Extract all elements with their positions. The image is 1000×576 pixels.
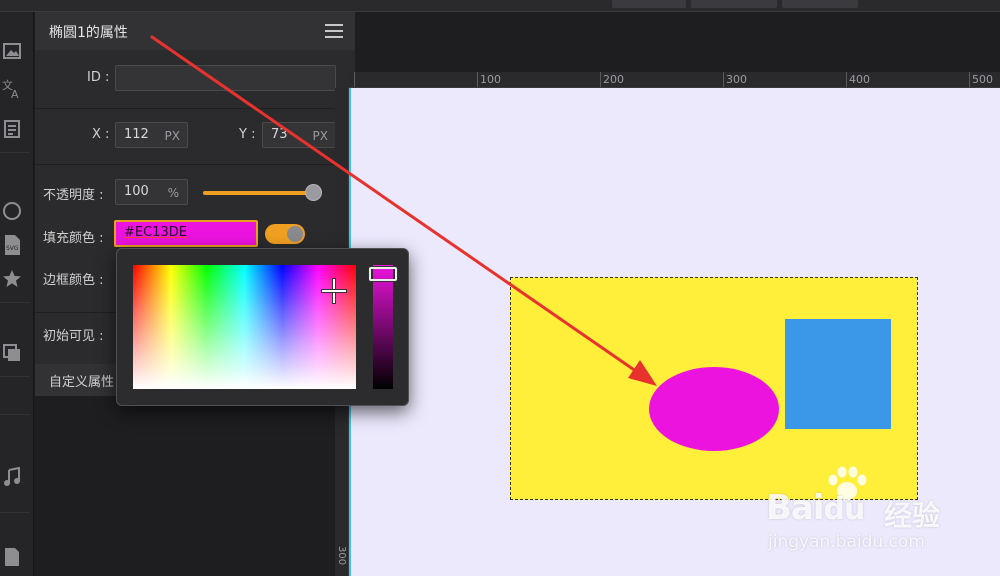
hamburger-menu-icon[interactable] — [325, 24, 343, 38]
vruler-label-300: 300 — [336, 546, 347, 566]
ruler-label-400: 400 — [849, 73, 870, 86]
y-value: 73 — [271, 127, 288, 142]
opacity-slider-thumb[interactable] — [305, 184, 322, 201]
x-field[interactable]: 112 PX — [115, 122, 188, 148]
ruler-tick — [600, 72, 601, 87]
top-toolbar — [0, 0, 1000, 12]
custom-properties-label: 自定义属性 — [49, 375, 115, 390]
layers-icon[interactable] — [0, 340, 24, 366]
y-field[interactable]: 73 PX — [262, 122, 336, 148]
image-icon[interactable] — [0, 38, 24, 64]
blue-rectangle[interactable] — [785, 319, 891, 429]
ruler-tick — [723, 72, 724, 87]
panel-title: 椭圆1的属性 — [49, 25, 128, 41]
opacity-label: 不透明度 : — [43, 188, 104, 203]
brightness-slider[interactable] — [373, 265, 393, 389]
fill-color-field[interactable]: #EC13DE — [114, 220, 258, 247]
opacity-slider[interactable] — [203, 191, 315, 195]
fill-color-value: #EC13DE — [124, 225, 187, 240]
section-divider — [35, 164, 355, 165]
ellipse-shape[interactable] — [649, 367, 779, 451]
fill-color-label: 填充颜色 : — [43, 231, 104, 246]
opacity-unit: % — [167, 186, 179, 200]
x-unit: PX — [164, 129, 180, 143]
tool-rail: 文A SVG — [0, 12, 34, 576]
watermark-logo-text: Baidu — [766, 488, 865, 528]
ruler-tick — [969, 72, 970, 87]
ruler-tick — [477, 72, 478, 87]
id-field[interactable] — [115, 65, 336, 91]
visible-label: 初始可见 : — [43, 329, 104, 344]
watermark-suffix: 经验 — [884, 499, 941, 532]
x-value: 112 — [124, 127, 149, 142]
svg-text:A: A — [11, 88, 19, 100]
opacity-field[interactable]: 100 % — [115, 179, 188, 205]
y-label: Y : — [239, 127, 256, 142]
horizontal-ruler: 100 200 300 400 500 — [349, 72, 1000, 88]
ruler-label-200: 200 — [603, 73, 624, 86]
ruler-label-100: 100 — [480, 73, 501, 86]
ruler-tick — [354, 72, 355, 87]
ruler-label-500: 500 — [972, 73, 993, 86]
svg-file-icon[interactable]: SVG — [0, 232, 24, 258]
brightness-slider-handle[interactable] — [369, 267, 397, 281]
svg-text:SVG: SVG — [6, 245, 19, 252]
crosshair-icon[interactable] — [322, 279, 346, 303]
rail-divider — [0, 376, 30, 377]
saturation-picker[interactable] — [133, 265, 356, 389]
circle-icon[interactable] — [0, 198, 24, 224]
ruler-tick — [846, 72, 847, 87]
translate-icon[interactable]: 文A — [0, 76, 24, 102]
ruler-label-300: 300 — [726, 73, 747, 86]
opacity-value: 100 — [124, 184, 149, 199]
rail-divider — [0, 414, 30, 415]
baidu-watermark: Baidu 经验 jingyan.baidu.com — [766, 466, 976, 558]
toolbar-button[interactable] — [612, 0, 686, 8]
x-label: X : — [92, 127, 110, 142]
watermark-url: jingyan.baidu.com — [768, 532, 925, 552]
toggle-knob — [287, 226, 303, 242]
music-icon[interactable] — [0, 464, 24, 490]
id-label: ID : — [87, 70, 110, 85]
section-divider — [35, 108, 355, 109]
toolbar-button[interactable] — [691, 0, 777, 8]
text-doc-icon[interactable] — [0, 116, 24, 142]
fill-toggle[interactable] — [265, 224, 305, 244]
rail-divider — [0, 302, 30, 303]
rail-divider — [0, 512, 30, 513]
y-unit: PX — [312, 129, 328, 143]
toolbar-button[interactable] — [782, 0, 858, 8]
panel-header: 椭圆1的属性 — [35, 12, 355, 50]
color-picker-popup — [116, 248, 409, 406]
rail-divider — [0, 152, 30, 153]
border-color-label: 边框颜色 : — [43, 273, 104, 288]
file-icon[interactable] — [0, 544, 24, 570]
star-icon[interactable] — [0, 266, 24, 292]
canvas-top-area — [355, 12, 1000, 72]
